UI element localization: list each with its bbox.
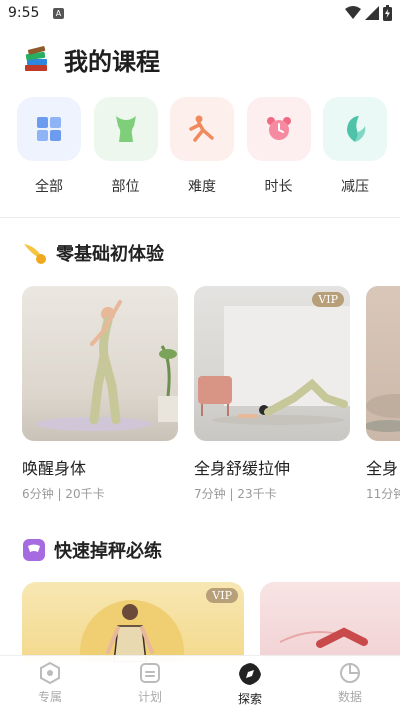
category-relax[interactable]: 减压 <box>322 97 388 196</box>
course-card[interactable]: 全身 11分钟 <box>366 286 400 502</box>
tab-label: 专属 <box>37 690 62 704</box>
section-title: 快速掉秤必练 <box>54 541 162 562</box>
course-name: 唤醒身体 <box>22 459 87 478</box>
course-carousel[interactable]: 唤醒身体 6分钟 | 20千卡 VIP 全身舒缓拉伸 7分钟 | 23千卡 全身… <box>22 286 400 506</box>
category-label: 难度 <box>188 179 216 195</box>
body-icon <box>115 116 136 142</box>
category-label: 全部 <box>35 179 63 195</box>
compass-icon <box>239 663 261 685</box>
page-title: 我的课程 <box>64 47 160 76</box>
tab-explore[interactable]: 探索 <box>200 656 300 711</box>
promo-card[interactable]: VIP <box>22 582 244 662</box>
tab-label: 探索 <box>237 692 262 706</box>
category-duration[interactable]: 时长 <box>246 97 312 196</box>
wifi-icon <box>345 6 361 19</box>
category-difficulty[interactable]: 难度 <box>169 97 235 196</box>
notification-icon: A <box>53 8 64 19</box>
category-tile <box>93 97 158 161</box>
category-label: 减压 <box>341 179 369 195</box>
status-icons <box>345 5 392 21</box>
pie-chart-icon <box>340 663 360 683</box>
battery-icon <box>383 5 392 21</box>
course-thumbnail <box>22 286 178 441</box>
course-thumbnail: VIP <box>194 286 350 441</box>
plan-icon <box>140 663 160 683</box>
grid-icon <box>37 117 61 141</box>
tab-data[interactable]: 数据 <box>300 656 400 711</box>
category-label: 时长 <box>264 179 293 195</box>
tab-plan[interactable]: 计划 <box>100 656 200 711</box>
promo-carousel[interactable]: VIP <box>22 582 400 662</box>
page-header: 我的课程 <box>22 42 160 77</box>
pose-icon <box>189 115 214 142</box>
course-name: 全身 <box>366 459 399 478</box>
stretch-woman-illustration <box>198 306 350 425</box>
tab-label: 计划 <box>137 690 162 704</box>
course-card[interactable]: 唤醒身体 6分钟 | 20千卡 <box>22 286 178 502</box>
section-header-beginner: 零基础初体验 <box>22 240 164 266</box>
exclusive-icon <box>40 662 60 684</box>
vip-badge: VIP <box>206 588 238 603</box>
tab-label: 数据 <box>337 690 362 704</box>
books-icon <box>25 45 47 71</box>
category-tile <box>323 97 387 161</box>
category-all[interactable]: 全部 <box>16 97 82 196</box>
scale-icon <box>23 539 45 561</box>
course-meta: 6分钟 | 20千卡 <box>22 487 105 501</box>
course-meta: 7分钟 | 23千卡 <box>194 487 277 501</box>
yoga-woman-illustration <box>36 300 178 431</box>
comet-icon <box>24 244 46 264</box>
category-list: 全部 部位 难度 时长 减压 <box>16 97 388 196</box>
leaf-icon <box>347 116 366 142</box>
section-header-fast: 快速掉秤必练 <box>22 537 162 563</box>
category-body-part[interactable]: 部位 <box>93 97 159 196</box>
course-illustration <box>366 394 400 432</box>
promo-card[interactable] <box>260 582 400 662</box>
promo-illustration <box>279 627 368 648</box>
category-tile <box>170 97 234 161</box>
signal-icon <box>365 6 379 20</box>
category-tile <box>246 97 311 161</box>
alarm-clock-icon <box>266 117 291 140</box>
tab-exclusive[interactable]: 专属 <box>0 656 100 711</box>
section-title: 零基础初体验 <box>56 244 164 265</box>
category-label: 部位 <box>111 179 140 195</box>
category-tile <box>17 97 81 161</box>
vip-badge: VIP <box>312 292 344 307</box>
status-bar: 9:55 A <box>0 0 400 28</box>
divider <box>0 217 400 218</box>
course-card[interactable]: VIP 全身舒缓拉伸 7分钟 | 23千卡 <box>194 286 350 502</box>
status-time: 9:55 <box>8 5 40 21</box>
course-name: 全身舒缓拉伸 <box>194 459 291 478</box>
bottom-tab-bar: 专属 计划 探索 数据 <box>0 655 400 711</box>
course-thumbnail <box>366 286 400 441</box>
course-meta: 11分钟 <box>366 487 400 501</box>
